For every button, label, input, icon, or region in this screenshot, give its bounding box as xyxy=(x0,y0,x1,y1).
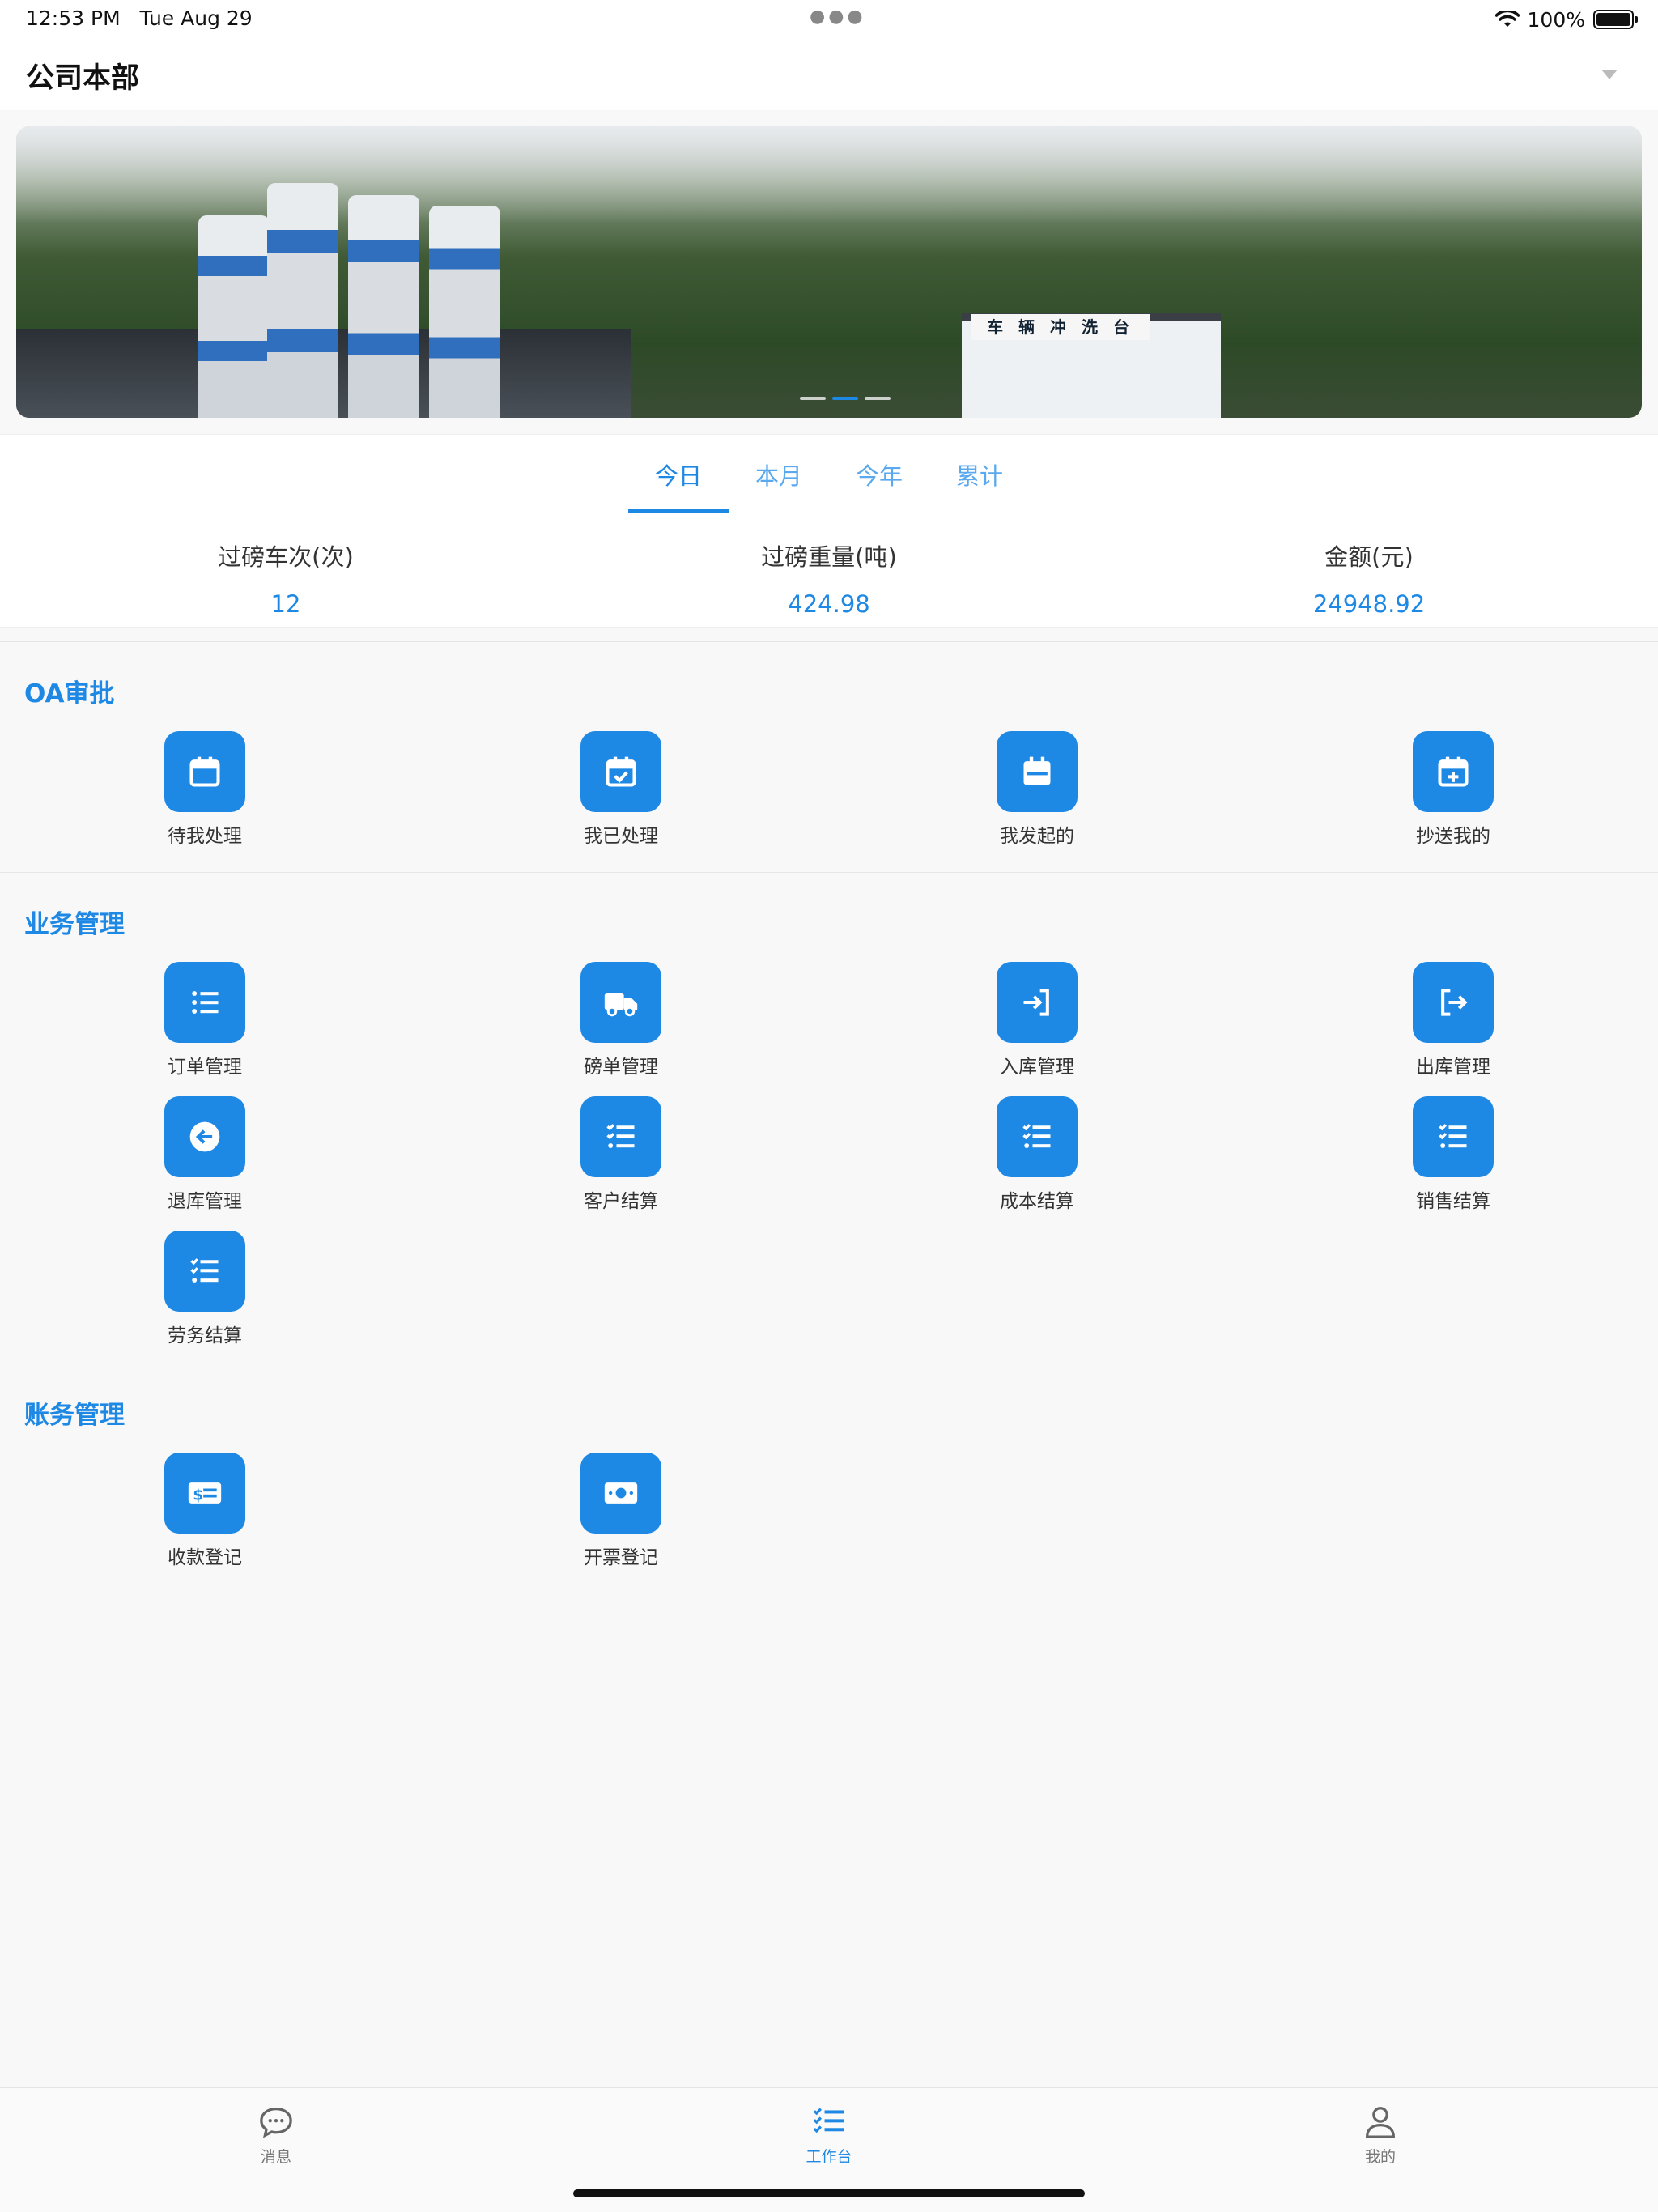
pending-approval-button[interactable]: 待我处理 xyxy=(124,731,286,848)
calendar-list-icon xyxy=(997,731,1078,812)
item-label: 磅单管理 xyxy=(584,1057,658,1078)
item-label: 退库管理 xyxy=(168,1191,242,1212)
item-label: 待我处理 xyxy=(168,826,242,847)
item-label: 开票登记 xyxy=(584,1547,658,1568)
initiated-button[interactable]: 我发起的 xyxy=(956,731,1118,848)
banner-carousel[interactable]: 车 辆 冲 洗 台 xyxy=(16,126,1642,418)
stat-value: 424.98 xyxy=(788,590,870,618)
home-indicator[interactable] xyxy=(573,2189,1085,2197)
tab-mine[interactable]: 我的 xyxy=(1316,2106,1445,2167)
banner-silo xyxy=(348,195,419,418)
item-label: 入库管理 xyxy=(1000,1057,1074,1078)
outbound-management-button[interactable]: 出库管理 xyxy=(1372,962,1534,1078)
item-label: 成本结算 xyxy=(1000,1191,1074,1212)
sign-in-icon xyxy=(997,962,1078,1043)
tab-label: 我的 xyxy=(1364,2148,1396,2166)
checklist-icon xyxy=(997,1096,1078,1177)
stat-value: 24948.92 xyxy=(1312,590,1426,618)
checklist-icon xyxy=(813,2108,844,2133)
item-label: 收款登记 xyxy=(168,1547,242,1568)
banner-silo xyxy=(198,215,270,418)
labor-settlement-button[interactable]: 劳务结算 xyxy=(124,1231,286,1347)
title-bar: 公司本部 xyxy=(0,39,1658,110)
cc-to-me-button[interactable]: 抄送我的 xyxy=(1372,731,1534,848)
customer-settlement-button[interactable]: 客户结算 xyxy=(540,1096,702,1213)
inbound-management-button[interactable]: 入库管理 xyxy=(956,962,1118,1078)
truck-icon xyxy=(580,962,661,1043)
status-bar: 12:53 PM Tue Aug 29 ●●● 100% xyxy=(0,0,1658,39)
stat-value: 12 xyxy=(270,590,301,618)
carousel-dot[interactable] xyxy=(800,397,826,400)
cost-settlement-button[interactable]: 成本结算 xyxy=(956,1096,1118,1213)
tab-year[interactable]: 今年 xyxy=(829,457,929,491)
tab-month[interactable]: 本月 xyxy=(729,457,829,491)
section-title: 业务管理 xyxy=(24,910,125,939)
stat-amount: 金额(元) 24948.92 xyxy=(1207,538,1531,618)
money-card-icon: $ xyxy=(164,1453,245,1534)
stat-weigh-count: 过磅车次(次) 12 xyxy=(124,538,448,618)
money-bill-icon xyxy=(580,1453,661,1534)
stat-label: 过磅车次(次) xyxy=(218,543,354,571)
tab-underline xyxy=(628,509,729,513)
stat-weigh-weight: 过磅重量(吨) 424.98 xyxy=(667,538,991,618)
carousel-dot[interactable] xyxy=(832,397,858,400)
weigh-ticket-button[interactable]: 磅单管理 xyxy=(540,962,702,1078)
svg-text:$: $ xyxy=(193,1487,203,1504)
multitasking-dots[interactable]: ●●● xyxy=(810,6,866,27)
calendar-plus-icon xyxy=(1413,731,1494,812)
item-label: 客户结算 xyxy=(584,1191,658,1212)
item-label: 我发起的 xyxy=(1000,826,1074,847)
arrow-left-circle-icon xyxy=(164,1096,245,1177)
order-management-button[interactable]: 订单管理 xyxy=(124,962,286,1078)
company-selector[interactable]: 公司本部 xyxy=(26,55,139,96)
tab-workbench[interactable]: 工作台 xyxy=(764,2106,894,2167)
status-right: 100% xyxy=(1494,6,1638,32)
chat-icon xyxy=(260,2107,292,2138)
stats-card: 今日 本月 今年 累计 过磅车次(次) 12 过磅重量(吨) 424.98 金额… xyxy=(0,434,1658,628)
payment-registration-button[interactable]: $ 收款登记 xyxy=(124,1453,286,1569)
banner-mist xyxy=(16,126,1642,223)
tab-label: 消息 xyxy=(260,2148,291,2166)
item-label: 出库管理 xyxy=(1416,1057,1490,1078)
section-title: 账务管理 xyxy=(24,1401,125,1430)
tab-messages[interactable]: 消息 xyxy=(211,2106,341,2167)
checklist-icon xyxy=(1413,1096,1494,1177)
section-title: OA审批 xyxy=(24,679,115,708)
banner-sign: 车 辆 冲 洗 台 xyxy=(971,314,1150,340)
invoice-registration-button[interactable]: 开票登记 xyxy=(540,1453,702,1569)
tab-label: 工作台 xyxy=(806,2148,852,2166)
checklist-icon xyxy=(580,1096,661,1177)
stat-label: 过磅重量(吨) xyxy=(761,543,897,571)
processed-button[interactable]: 我已处理 xyxy=(540,731,702,848)
stats-tabs: 今日 本月 今年 累计 xyxy=(0,435,1658,514)
chevron-down-icon[interactable] xyxy=(1601,70,1618,79)
list-icon xyxy=(164,962,245,1043)
sign-out-icon xyxy=(1413,962,1494,1043)
item-label: 订单管理 xyxy=(168,1057,242,1078)
battery-percent: 100% xyxy=(1527,7,1585,32)
tab-total[interactable]: 累计 xyxy=(929,457,1030,491)
item-label: 抄送我的 xyxy=(1416,826,1490,847)
return-management-button[interactable]: 退库管理 xyxy=(124,1096,286,1213)
wifi-icon xyxy=(1494,11,1520,27)
item-label: 劳务结算 xyxy=(168,1325,242,1346)
calendar-icon xyxy=(164,731,245,812)
user-icon xyxy=(1365,2107,1396,2138)
stat-label: 金额(元) xyxy=(1324,543,1414,571)
sales-settlement-button[interactable]: 销售结算 xyxy=(1372,1096,1534,1213)
banner-silo xyxy=(267,183,338,418)
section-finance: 账务管理 $ 收款登记 开票登记 xyxy=(0,1363,1658,1606)
section-oa: OA审批 待我处理 我已处理 我发起的 抄送我的 xyxy=(0,641,1658,872)
tab-today[interactable]: 今日 xyxy=(628,457,729,491)
item-label: 销售结算 xyxy=(1416,1191,1490,1212)
item-label: 我已处理 xyxy=(584,826,658,847)
battery-icon xyxy=(1593,10,1638,29)
status-time: 12:53 PM Tue Aug 29 xyxy=(26,6,253,30)
section-business: 业务管理 订单管理 磅单管理 入库管理 出库管理 退库管理 客户结算 成本结算 … xyxy=(0,872,1658,1363)
banner-silo xyxy=(429,206,500,418)
carousel-dot[interactable] xyxy=(865,397,891,400)
calendar-check-icon xyxy=(580,731,661,812)
checklist-icon xyxy=(164,1231,245,1312)
carousel-indicator xyxy=(800,397,891,400)
